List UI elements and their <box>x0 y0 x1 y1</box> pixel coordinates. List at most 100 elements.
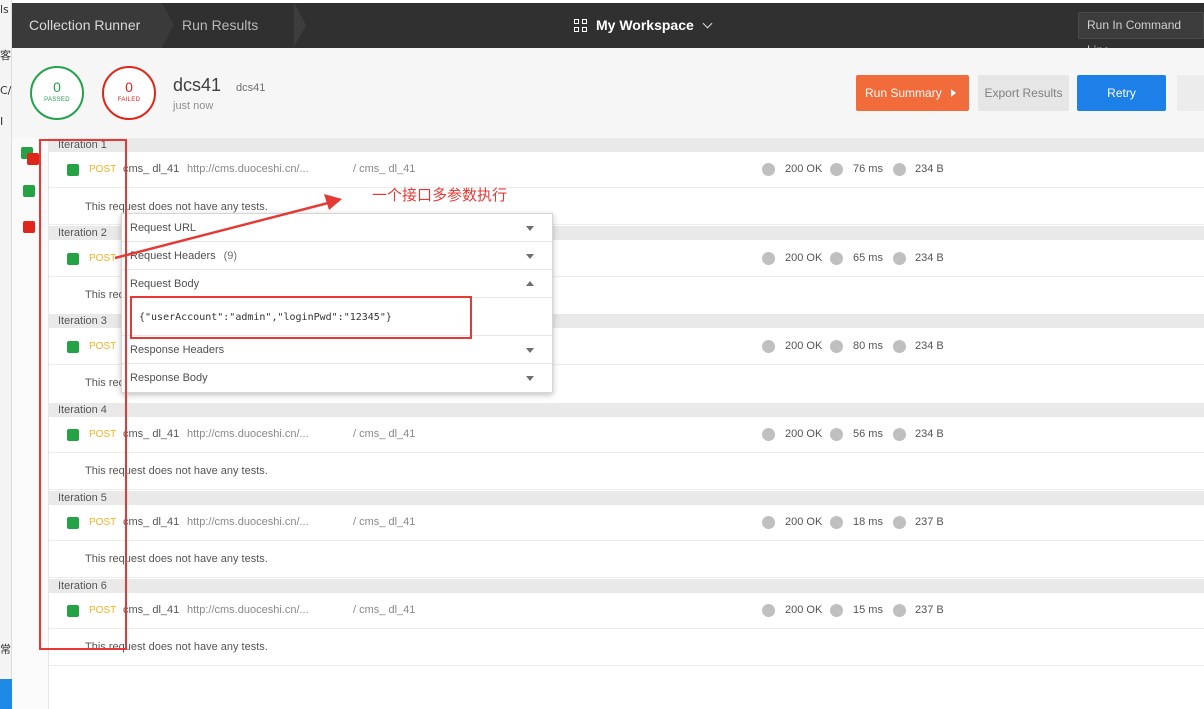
response-status: 200 OK <box>785 163 823 175</box>
time-icon <box>830 428 843 441</box>
response-time: 15 ms <box>853 604 883 616</box>
run-timestamp: just now <box>173 100 214 112</box>
play-icon <box>951 89 956 97</box>
divider <box>49 489 1204 490</box>
caret-down-icon <box>526 348 534 353</box>
response-time: 18 ms <box>853 516 883 528</box>
run-status-failed-icon[interactable] <box>23 221 35 233</box>
request-row[interactable]: POST cms_ dl_41 http://cms.duoceshi.cn/.… <box>49 417 1204 453</box>
background-blue-bar <box>0 679 12 709</box>
run-in-command-line-button[interactable]: Run In Command Line <box>1078 12 1204 57</box>
annotation-box-request-body <box>130 296 472 339</box>
export-results-button[interactable]: Export Results <box>978 75 1069 111</box>
time-icon <box>830 604 843 617</box>
top-header: Collection Runner Run Results My Workspa… <box>12 3 1204 57</box>
passed-label: PASSED <box>44 97 70 103</box>
size-icon <box>893 252 906 265</box>
request-url: http://cms.duoceshi.cn/... <box>187 516 309 528</box>
response-size: 234 B <box>915 428 944 440</box>
status-icon <box>762 340 775 353</box>
request-name: cms_ dl_41 <box>123 163 180 175</box>
request-row[interactable]: POST cms_ dl_41 http://cms.duoceshi.cn/.… <box>49 505 1204 541</box>
size-icon <box>893 428 906 441</box>
time-icon <box>830 163 843 176</box>
caret-down-icon <box>526 254 534 259</box>
breadcrumb-run-results[interactable]: Run Results <box>174 3 294 48</box>
response-size: 234 B <box>915 252 944 264</box>
background-text-fragment: 客 <box>0 49 11 62</box>
workspace-switcher[interactable]: My Workspace <box>574 3 713 48</box>
response-time: 56 ms <box>853 428 883 440</box>
run-status-passed-icon[interactable] <box>23 185 35 197</box>
iteration-header: Iteration 6 <box>49 579 1204 593</box>
response-size: 237 B <box>915 516 944 528</box>
size-icon <box>893 516 906 529</box>
background-text-fragment: C/ <box>0 84 12 97</box>
status-icon <box>762 428 775 441</box>
passed-counter: 0 PASSED <box>30 66 84 120</box>
time-icon <box>830 252 843 265</box>
background-text-fragment: I <box>0 115 4 128</box>
run-summary-button[interactable]: Run Summary <box>856 75 969 111</box>
size-icon <box>893 340 906 353</box>
failed-counter: 0 FAILED <box>102 66 156 120</box>
annotation-arrow <box>114 194 342 260</box>
retry-button[interactable]: Retry <box>1077 75 1166 111</box>
iteration-header: Iteration 4 <box>49 403 1204 417</box>
response-size: 234 B <box>915 163 944 175</box>
run-status-failed-icon[interactable] <box>27 153 39 165</box>
response-body-label: Response Body <box>130 372 208 384</box>
time-icon <box>830 516 843 529</box>
breadcrumb-collection-runner[interactable]: Collection Runner <box>12 3 162 48</box>
workspace-grid-icon <box>574 18 588 33</box>
response-headers-section[interactable]: Response Headers <box>122 336 552 364</box>
response-status: 200 OK <box>785 604 823 616</box>
divider <box>49 577 1204 578</box>
response-size: 234 B <box>915 340 944 352</box>
request-url: http://cms.duoceshi.cn/... <box>187 428 309 440</box>
iteration-header: Iteration 5 <box>49 491 1204 505</box>
request-path: / cms_ dl_41 <box>353 163 416 175</box>
request-path: / cms_ dl_41 <box>353 604 416 616</box>
response-size: 237 B <box>915 604 944 616</box>
caret-up-icon <box>526 281 534 286</box>
request-name: cms_ dl_41 <box>123 428 180 440</box>
status-icon <box>762 163 775 176</box>
response-time: 76 ms <box>853 163 883 175</box>
request-path: / cms_ dl_41 <box>353 516 416 528</box>
response-status: 200 OK <box>785 428 823 440</box>
request-row[interactable]: POST cms_ dl_41 http://cms.duoceshi.cn/.… <box>49 593 1204 629</box>
passed-count: 0 <box>53 79 61 95</box>
request-url: http://cms.duoceshi.cn/... <box>187 163 309 175</box>
response-body-section[interactable]: Response Body <box>122 364 552 392</box>
failed-label: FAILED <box>117 97 141 103</box>
response-status: 200 OK <box>785 516 823 528</box>
request-row[interactable]: POST cms_ dl_41 http://cms.duoceshi.cn/.… <box>49 152 1204 188</box>
app-window: ls 客 C/ I 常 Collection Runner Run Result… <box>0 0 1204 709</box>
breadcrumb-separator <box>162 3 174 47</box>
chevron-down-icon <box>702 18 713 29</box>
background-text-fragment: ls <box>0 3 9 16</box>
status-icon <box>762 516 775 529</box>
workspace-name: My Workspace <box>596 17 694 33</box>
request-path: / cms_ dl_41 <box>353 428 416 440</box>
request-name: cms_ dl_41 <box>123 516 180 528</box>
response-headers-label: Response Headers <box>130 344 225 356</box>
run-name: dcs41 <box>173 75 222 95</box>
background-text-fragment: 常 <box>0 643 11 656</box>
caret-down-icon <box>526 376 534 381</box>
response-status: 200 OK <box>785 340 823 352</box>
time-icon <box>830 340 843 353</box>
annotation-text: 一个接口多参数执行 <box>372 186 508 204</box>
run-collection-name: dcs41 <box>236 82 266 94</box>
status-icon <box>762 252 775 265</box>
iteration-header: Iteration 1 <box>49 138 1204 152</box>
background-window-strip: ls 客 C/ I 常 <box>0 0 12 709</box>
request-body-section[interactable]: Request Body <box>122 270 552 298</box>
response-time: 65 ms <box>853 252 883 264</box>
more-button[interactable] <box>1177 75 1204 111</box>
divider <box>49 665 1204 666</box>
request-url: http://cms.duoceshi.cn/... <box>187 604 309 616</box>
run-summary-header: 0 PASSED 0 FAILED dcs41 dcs41 just now R… <box>12 48 1204 138</box>
caret-down-icon <box>526 226 534 231</box>
